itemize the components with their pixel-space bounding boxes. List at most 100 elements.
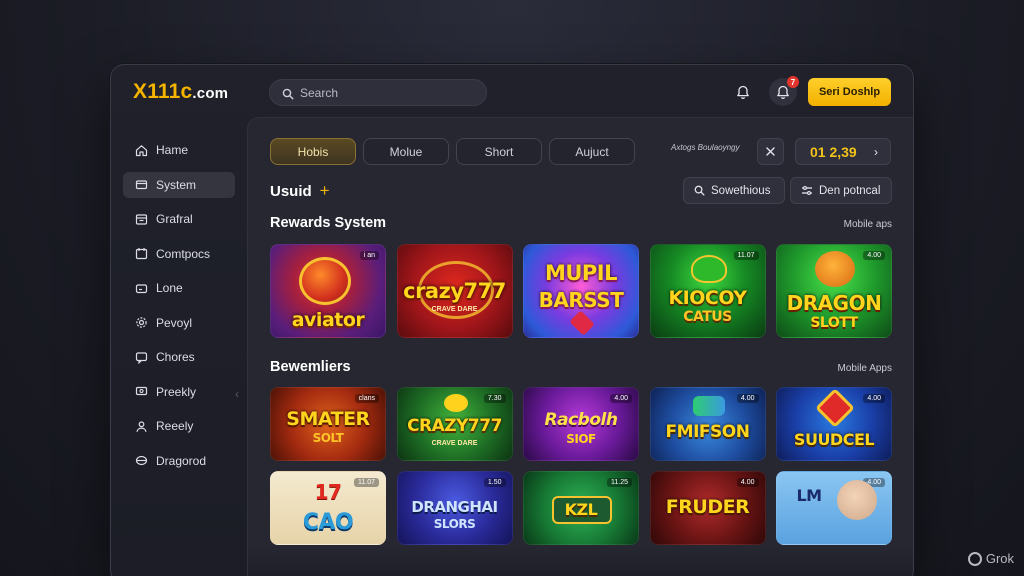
game-title: 17 — [314, 480, 342, 504]
balance-value: 01 2,39 — [810, 143, 857, 160]
sidebar-item-comtpocs[interactable]: Comtpocs — [123, 241, 235, 267]
tab-aujuct[interactable]: Aujuct — [549, 138, 635, 165]
game-card[interactable]: clans SMATER SOLT — [270, 387, 386, 461]
filter-button[interactable]: Den potncal — [790, 177, 892, 204]
logo[interactable]: X111c.com — [133, 80, 228, 104]
add-icon[interactable]: + — [320, 181, 330, 201]
sidebar-item-dragorod[interactable]: Dragorod — [123, 448, 235, 474]
sidebar-item-pevoyl[interactable]: Pevoyl — [123, 310, 235, 336]
game-row: clans SMATER SOLT 7.30 CRAZY777 CRAVE DA… — [270, 387, 903, 461]
close-icon — [765, 146, 776, 157]
game-subtitle: SLORS — [433, 517, 476, 531]
game-tag: 4.00 — [610, 394, 632, 403]
section-link[interactable]: Mobile Apps — [838, 363, 892, 374]
x-emblem-icon — [815, 388, 855, 428]
filter-label: Axtogs Boulaoyngy — [671, 143, 740, 152]
bell-icon[interactable] — [733, 82, 753, 102]
gear-icon — [134, 316, 148, 330]
game-title: crazy777 — [403, 279, 506, 303]
game-row: i an aviator crazy777 CRAVE DARE MUPIL B… — [270, 244, 903, 338]
search-bar[interactable] — [269, 79, 487, 106]
coin-icon — [443, 394, 468, 412]
game-title: KZL — [564, 500, 598, 519]
game-card[interactable]: MUPIL BARSST — [523, 244, 639, 338]
game-tag: 1.50 — [483, 478, 506, 487]
cta-button[interactable]: Seri Doshlp — [808, 78, 891, 106]
game-title: CRAZY777 — [407, 416, 502, 436]
sidebar-item-label: Preekly — [156, 384, 197, 399]
filter-label-text: Den potncal — [819, 184, 881, 197]
subheader-label: Usuid — [270, 182, 312, 200]
sidebar-item-lone[interactable]: Lone — [123, 275, 235, 301]
game-card[interactable]: 4.00 DRAGON SLOTT — [776, 244, 892, 338]
search-icon — [694, 185, 705, 196]
game-title: DRANGHAI — [411, 498, 498, 516]
game-tag: 4.00 — [863, 251, 885, 260]
wallet-icon — [134, 178, 148, 192]
sidebar-item-label: Comtpocs — [156, 246, 211, 261]
sidebar-item-label: Dragorod — [156, 453, 207, 468]
game-title: KIOCOY — [668, 287, 747, 309]
sidebar-item-label: Hame — [156, 143, 189, 157]
top-bar: X111c.com 7 Seri Doshlp — [111, 65, 913, 119]
section-title: Bewemliers — [270, 359, 351, 375]
game-card[interactable]: 7.30 CRAZY777 CRAVE DARE — [396, 387, 513, 461]
grok-logo-icon — [967, 551, 982, 566]
search-input[interactable] — [300, 85, 460, 100]
tab-short[interactable]: Short — [456, 138, 542, 165]
calendar-icon — [134, 247, 148, 261]
sidebar-item-chores[interactable]: Chores — [123, 344, 235, 370]
game-art — [299, 257, 351, 305]
balance-selector[interactable]: 01 2,39 › — [795, 138, 891, 165]
game-card[interactable]: 4.00 FRUDER — [649, 471, 766, 545]
game-title: FMIFSON — [665, 422, 750, 442]
game-card[interactable]: 4.00 FMIFSON — [649, 387, 766, 461]
sidebar-item-label: Reeely — [156, 419, 194, 433]
app-window: X111c.com 7 Seri Doshlp Hame System — [110, 64, 914, 576]
home-icon — [134, 143, 148, 157]
game-card[interactable]: i an aviator — [270, 244, 386, 338]
filter-icon — [801, 185, 813, 196]
tab-hobis[interactable]: Hobis — [270, 138, 356, 165]
game-tag: 11.07 — [733, 251, 759, 260]
game-art — [692, 396, 725, 416]
search-icon — [282, 87, 294, 100]
game-subtitle: BARSST — [538, 288, 624, 312]
game-card[interactable]: crazy777 CRAVE DARE — [396, 244, 513, 338]
sidebar-collapse-icon[interactable]: ‹ — [235, 387, 239, 401]
sidebar-item-label: Lone — [156, 281, 183, 295]
notifications-button[interactable]: 7 — [769, 76, 799, 106]
sidebar-item-system[interactable]: System — [123, 171, 235, 198]
tab-molue[interactable]: Molue — [363, 138, 449, 165]
game-card[interactable]: 4.00 LM — [776, 471, 892, 545]
close-filter-button[interactable] — [757, 138, 784, 165]
game-card[interactable]: 11.25 KZL — [523, 471, 639, 545]
section-title: Rewards System — [270, 215, 387, 231]
search-games-button[interactable]: Sowethious — [683, 177, 785, 204]
game-title: SUUDCEL — [793, 430, 875, 449]
chevron-right-icon: › — [874, 145, 878, 159]
game-card[interactable]: 1.50 DRANGHAI SLORS — [396, 471, 513, 545]
game-tag: 7.30 — [483, 394, 506, 403]
sidebar-item-grafral[interactable]: Grafral — [123, 206, 235, 232]
sidebar-item-label: System — [156, 177, 197, 192]
chat-icon — [134, 350, 148, 364]
game-card[interactable]: 4.00 SUUDCEL — [776, 387, 892, 461]
card-icon — [134, 281, 148, 295]
sidebar-item-preekly[interactable]: Preekly — [123, 379, 235, 405]
game-card[interactable]: 4.00 Racbolh SIOF — [523, 387, 639, 461]
watermark-text: Grok — [985, 551, 1014, 566]
game-card[interactable]: 11.07 17 CAO — [270, 471, 386, 545]
user-icon — [134, 419, 148, 433]
game-title: SMATER — [286, 408, 370, 430]
game-subtitle: CRAVE DARE — [431, 440, 478, 447]
sidebar-item-reeely[interactable]: Reeely — [123, 413, 235, 439]
sidebar-item-home[interactable]: Hame — [123, 137, 235, 163]
logo-text: X111c — [133, 80, 193, 103]
game-title: DRAGON — [786, 291, 882, 315]
game-tag: 4.00 — [863, 394, 885, 403]
section-link[interactable]: Mobile aps — [844, 219, 892, 230]
notification-badge: 7 — [787, 76, 799, 88]
game-title: FRUDER — [665, 496, 750, 518]
game-card[interactable]: 11.07 KIOCOY CATUS — [649, 244, 766, 338]
